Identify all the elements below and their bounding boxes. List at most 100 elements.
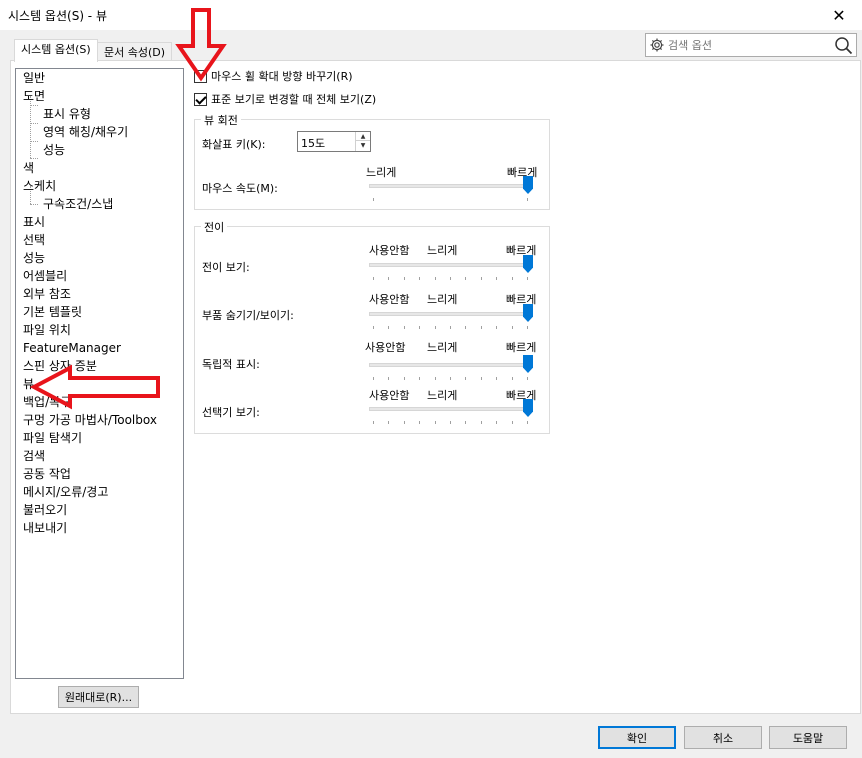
tree-item-display[interactable]: 표시 [23,213,45,231]
arrow-keys-value[interactable]: 15도 [301,135,325,151]
slider-tick [511,377,513,380]
tree-item-hole-wizard-toolbox[interactable]: 구멍 가공 마법사/Toolbox [23,411,157,429]
tree-item-drawings[interactable]: 도면 [23,87,45,105]
mouse-speed-slider[interactable] [369,174,533,202]
slider-tick [527,377,528,380]
slider-tick [434,377,436,380]
slider-tick [527,277,528,280]
window-title: 시스템 옵션(S) - 뷰 [8,9,107,23]
tree-item-file-locations[interactable]: 파일 위치 [23,321,71,339]
tree-item-general[interactable]: 일반 [23,69,45,87]
tree-item-sketch[interactable]: 스케치 [23,177,56,195]
slider-tick [403,421,405,424]
title-bar: 시스템 옵션(S) - 뷰 ✕ [0,0,862,30]
tree-item-area-hatch[interactable]: 영역 해칭/채우기 [43,123,128,141]
view-selector-slider[interactable] [369,397,533,425]
slider-tick [373,377,374,380]
slider-tick [511,421,513,424]
slider-thumb[interactable] [523,176,533,194]
slider-track [369,312,533,316]
slider-track [369,184,533,188]
tree-item-backup-recover[interactable]: 백업/복구 [23,393,71,411]
tab-system-options[interactable]: 시스템 옵션(S) [14,39,98,62]
slider-thumb[interactable] [523,355,533,373]
tree-item-default-templates[interactable]: 기본 템플릿 [23,303,82,321]
slider-tick [419,377,421,380]
slider-tick [450,277,451,280]
tree-item-external-references[interactable]: 외부 참조 [23,285,71,303]
slider-tick [403,377,405,380]
slider-thumb[interactable] [523,255,533,273]
tree-item-import[interactable]: 불러오기 [23,501,67,519]
slider-tick [403,277,405,280]
slider-tick [388,277,390,280]
hide-show-components-slider[interactable] [369,302,533,330]
isolate-slider[interactable] [369,353,533,381]
tree-item-relations-snaps[interactable]: 구속조건/스냅 [43,195,113,213]
reverse-wheel-checkbox[interactable] [194,69,207,83]
tree-item-colors[interactable]: 색 [23,159,34,177]
tree-connector [30,123,38,124]
slider-tick [465,377,467,380]
view-transition-slider[interactable] [369,253,533,281]
spin-down-arrow-icon[interactable]: ▼ [356,141,370,150]
slider-tick [373,198,374,201]
search-box[interactable] [645,33,857,57]
slider-thumb[interactable] [523,399,533,417]
search-input[interactable] [668,36,828,54]
tree-connector [30,204,38,205]
tree-item-selection[interactable]: 선택 [23,231,45,249]
isolate-label: 독립적 표시: [202,358,260,371]
arrow-keys-spinbox[interactable]: 15도 ▲ ▼ [297,131,371,152]
tree-item-file-explorer[interactable]: 파일 탐색기 [23,429,82,447]
slider-tick [403,326,405,329]
reset-button[interactable]: 원래대로(R)... [58,686,139,708]
zoom-to-fit-checkbox[interactable] [194,92,207,106]
ok-button[interactable]: 확인 [598,726,676,749]
slider-tick [465,277,467,280]
view-rotation-title: 뷰 회전 [201,112,241,128]
slider-tick [373,421,374,424]
arrow-keys-label: 화살표 키(K): [202,138,266,151]
spin-buttons[interactable]: ▲ ▼ [355,132,370,151]
slider-track [369,363,533,367]
reverse-wheel-option[interactable]: 마우스 휠 확대 방향 바꾸기(R) [194,68,353,84]
zoom-to-fit-option[interactable]: 표준 보기로 변경할 때 전체 보기(Z) [194,91,376,107]
slider-tick [480,377,482,380]
slider-tick [419,421,421,424]
help-button[interactable]: 도움말 [769,726,847,749]
tree-item-export[interactable]: 내보내기 [23,519,67,537]
tree-item-spin-box-increments[interactable]: 스핀 상자 증분 [23,357,97,375]
cancel-button[interactable]: 취소 [684,726,762,749]
tree-item-view[interactable]: 뷰 [23,375,34,393]
tree-item-search[interactable]: 검색 [23,447,45,465]
slider-tick [511,277,513,280]
tree-item-messages-errors-warnings[interactable]: 메시지/오류/경고 [23,483,108,501]
slider-tick [373,326,374,329]
slider-tick [434,277,436,280]
slider-tick [511,326,513,329]
tree-item-drawing-performance[interactable]: 성능 [43,141,65,159]
tree-item-assemblies[interactable]: 어셈블리 [23,267,67,285]
search-icon[interactable] [834,36,853,55]
tree-item-display-style[interactable]: 표시 유형 [43,105,91,123]
tree-item-collaboration[interactable]: 공동 작업 [23,465,71,483]
tree-connector [30,105,38,106]
tree-item-featuremanager[interactable]: FeatureManager [23,339,121,357]
slider-tick [527,198,528,201]
close-button[interactable]: ✕ [816,0,862,30]
slider-tick [419,326,421,329]
slider-thumb[interactable] [523,304,533,322]
slider-tick [434,421,436,424]
slider-tick [496,421,498,424]
options-tree[interactable]: 일반 도면 표시 유형 영역 해칭/채우기 성능 색 스케치 구속조건/스냅 표… [15,68,184,679]
gear-icon [650,38,664,52]
slider-tick [465,421,467,424]
slider-tick [419,277,421,280]
reverse-wheel-label: 마우스 휠 확대 방향 바꾸기(R) [211,70,353,83]
slider-tick [480,326,482,329]
spin-up-arrow-icon[interactable]: ▲ [356,132,370,141]
mouse-speed-label: 마우스 속도(M): [202,182,278,195]
slider-tick [480,421,482,424]
tree-item-performance[interactable]: 성능 [23,249,45,267]
